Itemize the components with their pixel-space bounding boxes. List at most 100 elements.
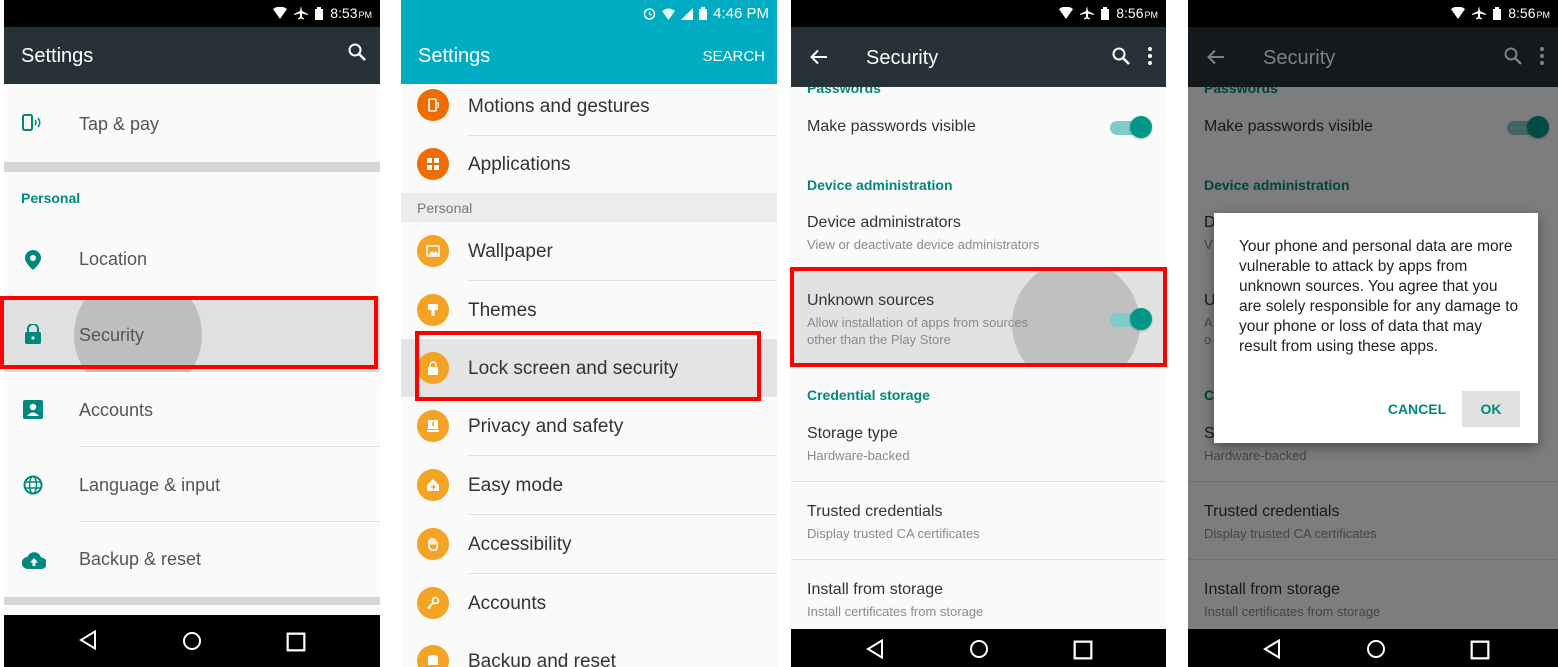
wallpaper-icon [417,235,449,267]
setting-summary: View or deactivate device administrators [807,237,1040,252]
easy-mode-icon [417,469,449,501]
recents-icon[interactable] [286,632,306,652]
clock: 8:53 [330,5,358,21]
clock-ampm: PM [1144,10,1159,20]
nav-bar [4,615,380,667]
section-personal: Personal [401,193,777,222]
back-icon[interactable] [1262,639,1282,659]
globe-icon [23,475,43,495]
search-icon[interactable] [348,43,366,61]
list-item-label: Location [79,249,148,269]
list-item-label: Accounts [79,400,154,420]
list-item-location[interactable]: Location [4,222,380,297]
setting-storage-type: Storage type Hardware-backed [791,410,1166,480]
home-icon[interactable] [182,631,202,651]
applications-icon [417,148,449,180]
back-icon[interactable] [865,639,885,659]
location-icon [25,250,41,270]
recents-icon[interactable] [1470,640,1490,660]
themes-icon [417,294,449,326]
screen-security-dialog: 8:56PM Security Passwords Make passwords… [1188,0,1558,667]
highlight-box-lock-screen [415,331,761,401]
tap-pay-icon [22,114,41,131]
cancel-button[interactable]: CANCEL [1380,391,1454,427]
setting-label: Trusted credentials [807,503,943,520]
setting-install-from-storage[interactable]: Install from storage Install certificate… [791,560,1166,630]
list-item-language[interactable]: Language & input [4,447,380,522]
setting-label: Install from storage [807,581,944,598]
airplane-icon [1080,6,1095,20]
highlight-box-security [0,296,378,369]
clock: 8:56 [1116,5,1144,21]
toolbar: Security [791,27,1166,87]
battery-icon [699,7,708,20]
unknown-sources-dialog: Your phone and personal data are more vu… [1214,213,1538,443]
list-item-easy-mode[interactable]: Easy mode [401,456,777,514]
setting-trusted-credentials[interactable]: Trusted credentials Display trusted CA c… [791,482,1166,559]
list-item-privacy[interactable]: Privacy and safety [401,397,777,455]
search-icon[interactable] [1112,47,1130,65]
setting-make-passwords-visible[interactable]: Make passwords visible [791,100,1166,155]
setting-label: Storage type [807,425,898,442]
setting-label: Device administrators [807,214,961,231]
setting-summary: Display trusted CA certificates [807,526,980,541]
list-item-label: Applications [468,154,571,175]
toolbar: Settings [4,27,380,84]
ok-button[interactable]: OK [1462,391,1520,427]
setting-summary: Install certificates from storage [807,604,984,619]
section-header: Credential storage [807,387,930,403]
list-item-wallpaper[interactable]: Wallpaper [401,222,777,280]
privacy-icon [417,410,449,442]
list-item-label: Easy mode [468,475,564,496]
list-item-accessibility[interactable]: Accessibility [401,515,777,573]
list-item-motions[interactable]: Motions and gestures [401,84,777,134]
battery-icon [315,6,324,20]
search-button[interactable]: SEARCH [702,48,765,65]
list-item-label: Backup & reset [79,549,202,569]
list-item-label: Wallpaper [468,241,553,262]
list-item-label: Backup and reset [468,651,616,667]
wifi-icon [1059,7,1074,19]
setting-device-administrators[interactable]: Device administrators View or deactivate… [791,200,1166,268]
airplane-icon [294,6,309,20]
home-icon[interactable] [969,639,989,659]
list-item-applications[interactable]: Applications [401,136,777,193]
airplane-icon [1472,6,1487,20]
list-item-label: Accessibility [468,534,572,555]
list-item-label: Privacy and safety [468,416,624,437]
back-icon[interactable] [78,630,98,650]
back-arrow-icon[interactable] [810,49,828,65]
section-header: Personal [21,190,81,206]
page-title: Security [866,47,939,69]
list-item-tap-pay[interactable]: Tap & pay [4,84,380,162]
wifi-icon [273,7,288,19]
list-item-label: Accounts [468,593,547,614]
list-item-accounts[interactable]: Accounts [401,574,777,632]
nav-bar [1188,629,1558,667]
wifi-icon [662,8,676,20]
section-header: Personal [417,200,473,216]
setting-summary: Hardware-backed [807,448,910,463]
motions-icon [417,89,449,121]
section-header-partial: Passwords [807,87,881,96]
list-item-backup[interactable]: Backup & reset [4,522,380,597]
clock-ampm: PM [358,10,373,20]
clock-ampm: PM [1536,10,1551,20]
clock: 8:56 [1508,5,1536,21]
hand-icon [417,528,449,560]
toggle-switch[interactable] [1110,116,1152,138]
list-item-label: Themes [468,300,537,321]
list-item-label: Motions and gestures [468,96,650,117]
more-vert-icon[interactable] [1148,47,1152,65]
home-icon[interactable] [1366,639,1386,659]
signal-icon [681,7,694,20]
wifi-icon [1451,7,1466,19]
list-item-backup[interactable]: Backup and reset [401,632,777,667]
battery-icon [1493,6,1502,20]
recents-icon[interactable] [1073,640,1093,660]
account-icon [23,400,43,419]
highlight-box-unknown-sources [790,267,1167,367]
list-item-accounts[interactable]: Accounts [4,372,380,447]
page-title: Settings [418,45,491,67]
list-item-label: Language & input [79,475,221,495]
